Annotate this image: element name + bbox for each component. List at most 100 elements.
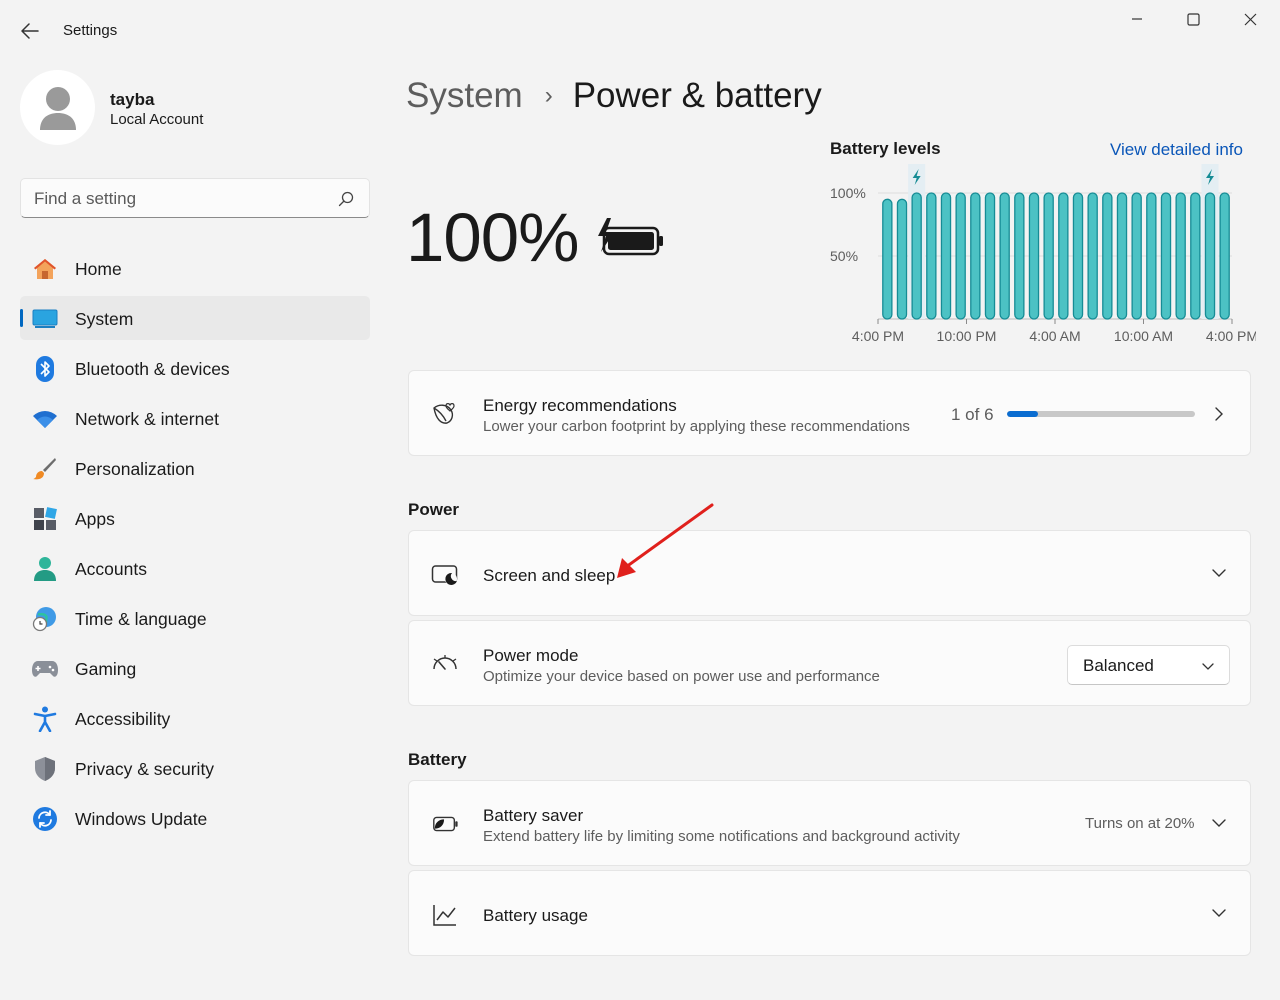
sidebar-item-label: Bluetooth & devices <box>75 359 230 379</box>
gauge-icon <box>431 649 459 677</box>
sidebar-item-windows-update[interactable]: Windows Update <box>20 796 370 840</box>
chart-x-tick-label: 10:00 PM <box>937 328 997 344</box>
sidebar-item-label: Windows Update <box>75 809 208 829</box>
chart-bar <box>1087 192 1098 320</box>
sidebar-item-label: Home <box>75 259 122 279</box>
chart-bar <box>1146 192 1157 320</box>
card-title: Power mode <box>483 646 579 665</box>
chart-bar <box>896 198 908 320</box>
chart-x-tick-label: 4:00 PM <box>852 328 904 344</box>
chart-bar <box>1116 192 1128 320</box>
section-label-battery: Battery <box>408 750 467 769</box>
sidebar-item-accounts[interactable]: Accounts <box>20 546 370 590</box>
system-icon <box>32 306 58 332</box>
sidebar-item-home[interactable]: Home <box>20 246 370 290</box>
chevron-down-icon <box>1210 904 1228 922</box>
sidebar-item-privacy-security[interactable]: Privacy & security <box>20 746 370 790</box>
chart-bar <box>1043 192 1054 320</box>
card-title: Battery saver <box>483 806 584 825</box>
battery-usage-card[interactable]: Battery usage <box>408 870 1251 956</box>
card-subtitle: Extend battery life by limiting some not… <box>483 828 960 845</box>
chart-bar <box>955 192 966 320</box>
recommendations-progress-text: 1 of 6 <box>951 405 994 424</box>
minimize-button[interactable] <box>1114 8 1160 30</box>
chart-bar <box>1204 192 1216 320</box>
breadcrumb-parent[interactable]: System <box>406 76 523 116</box>
energy-recommendations-card[interactable]: Energy recommendations Lower your carbon… <box>408 370 1251 456</box>
sidebar-item-network[interactable]: Network & internet <box>20 396 370 440</box>
leaf-heart-icon <box>431 400 459 428</box>
user-profile[interactable]: tayba Local Account <box>20 70 370 146</box>
power-mode-dropdown[interactable]: Balanced <box>1067 645 1230 685</box>
search-icon[interactable] <box>337 190 355 208</box>
back-button[interactable] <box>14 16 46 46</box>
update-icon <box>32 806 58 832</box>
chart-bar <box>1102 192 1113 320</box>
recommendations-progress-bar <box>1007 411 1195 417</box>
card-subtitle: Lower your carbon footprint by applying … <box>483 418 910 435</box>
chevron-down-icon <box>1210 564 1228 582</box>
sidebar-item-label: Gaming <box>75 659 137 679</box>
user-name: tayba <box>110 90 155 109</box>
breadcrumb-separator: › <box>544 82 553 109</box>
user-avatar-icon <box>39 86 76 130</box>
wifi-icon <box>32 406 58 432</box>
shield-icon <box>32 756 58 782</box>
sidebar-item-label: System <box>75 309 134 329</box>
avatar <box>20 70 95 145</box>
maximize-button[interactable] <box>1170 8 1216 30</box>
sidebar-item-accessibility[interactable]: Accessibility <box>20 696 370 740</box>
line-chart-icon <box>431 901 459 929</box>
sidebar-item-bluetooth[interactable]: Bluetooth & devices <box>20 346 370 390</box>
chart-bar <box>940 192 952 320</box>
chart-bar <box>999 192 1010 320</box>
dropdown-selected-value: Balanced <box>1083 656 1154 675</box>
chart-bar <box>911 192 922 320</box>
chart-bar <box>1219 192 1230 320</box>
chart-y-tick-label: 50% <box>830 248 858 264</box>
section-label-power: Power <box>408 500 460 519</box>
chart-y-tick-label: 100% <box>830 185 866 201</box>
battery-charging-icon <box>598 218 663 256</box>
chart-bar <box>1072 192 1084 320</box>
page-title: Power & battery <box>572 76 822 115</box>
search-input[interactable] <box>34 187 324 211</box>
close-button[interactable] <box>1227 8 1273 30</box>
chart-bar <box>1131 192 1142 320</box>
sidebar-item-personalization[interactable]: Personalization <box>20 446 370 490</box>
chart-bar <box>1160 192 1172 320</box>
chart-bar <box>1028 192 1040 320</box>
account-type: Local Account <box>110 111 204 128</box>
screen-and-sleep-card[interactable]: Screen and sleep <box>408 530 1251 616</box>
sidebar-item-label: Time & language <box>75 609 207 629</box>
chevron-right-icon <box>1210 405 1228 423</box>
accessibility-icon <box>32 706 58 732</box>
battery-saver-card[interactable]: Battery saver Extend battery life by lim… <box>408 780 1251 866</box>
card-subtitle: Optimize your device based on power use … <box>483 668 880 685</box>
chart-x-tick-label: 10:00 AM <box>1114 328 1173 344</box>
chevron-down-icon <box>1202 663 1214 670</box>
sidebar-item-label: Network & internet <box>75 409 219 429</box>
battery-levels-chart: 100% 50% 4:00 PM 10:00 PM 4:00 AM 10:00 AM 4:0… <box>830 164 1256 344</box>
sidebar-item-system[interactable]: System <box>20 296 370 340</box>
chart-x-tick-label: 4:00 AM <box>1029 328 1080 344</box>
chevron-down-icon <box>1210 814 1228 832</box>
search-box <box>20 178 370 218</box>
view-detailed-info-link[interactable]: View detailed info <box>1110 140 1243 160</box>
card-title: Energy recommendations <box>483 396 677 415</box>
battery-saver-icon <box>431 810 459 838</box>
battery-levels-title: Battery levels <box>830 139 941 158</box>
app-title: Settings <box>63 22 118 39</box>
bluetooth-icon <box>32 356 58 382</box>
brush-icon <box>32 456 58 482</box>
accounts-icon <box>32 556 58 582</box>
chart-bar <box>882 198 893 320</box>
sidebar-item-gaming[interactable]: Gaming <box>20 646 370 690</box>
breadcrumb: System › Power & battery <box>406 74 822 118</box>
gamepad-icon <box>32 656 58 682</box>
sidebar-item-time-language[interactable]: Time & language <box>20 596 370 640</box>
close-icon <box>1244 13 1256 25</box>
apps-icon <box>32 506 58 532</box>
chart-bar <box>984 192 996 320</box>
sidebar-item-apps[interactable]: Apps <box>20 496 370 540</box>
